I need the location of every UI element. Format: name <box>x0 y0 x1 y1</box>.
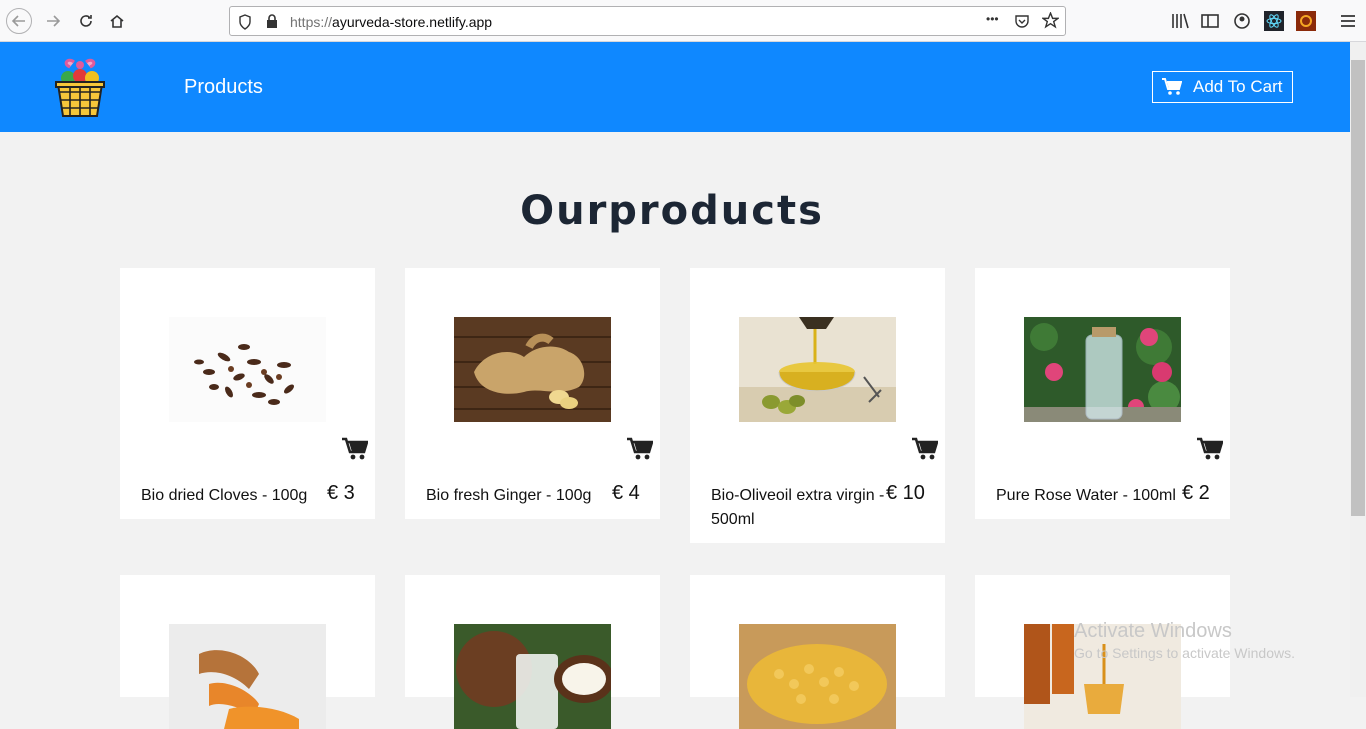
product-image-ginger[interactable] <box>454 317 611 422</box>
product-price: € 4 <box>612 482 640 504</box>
reload-button[interactable] <box>73 8 99 34</box>
product-card: Bio dried Cloves - 100g € 3 <box>120 268 375 519</box>
page-scrollbar[interactable] <box>1350 42 1366 697</box>
product-card <box>405 575 660 729</box>
basket-logo-icon[interactable] <box>52 56 108 120</box>
back-button[interactable] <box>6 8 32 34</box>
home-button[interactable] <box>104 8 130 34</box>
cart-icon[interactable] <box>342 437 368 461</box>
product-image-coconut[interactable] <box>454 624 611 729</box>
url-scheme: https:// <box>290 14 333 30</box>
menu-icon[interactable] <box>1338 11 1358 31</box>
forward-button[interactable] <box>40 8 66 34</box>
product-name: Bio dried Cloves - 100g <box>141 487 308 504</box>
scrollbar-thumb[interactable] <box>1351 60 1365 516</box>
add-to-cart-button[interactable]: Add To Cart <box>1152 71 1293 103</box>
reload-icon <box>80 15 92 27</box>
page-title: Ourproducts <box>520 188 824 234</box>
product-price: € 3 <box>327 482 355 504</box>
browser-toolbar: https://ayurveda-store.netlify.app ••• <box>0 0 1366 42</box>
product-image-cloves[interactable] <box>169 317 326 422</box>
product-card <box>690 575 945 729</box>
nav-products[interactable]: Products <box>184 76 263 99</box>
product-image-rose-water[interactable] <box>1024 317 1181 422</box>
account-icon[interactable] <box>1232 11 1252 31</box>
product-card <box>120 575 375 729</box>
product-name: Bio-Oliveoil extra virgin - 500ml <box>711 487 885 528</box>
product-card: Pure Rose Water - 100ml € 2 <box>975 268 1230 519</box>
star-icon[interactable] <box>1042 12 1059 29</box>
product-card: Bio fresh Ginger - 100g € 4 <box>405 268 660 519</box>
shield-icon[interactable] <box>238 14 252 30</box>
cart-icon <box>1162 78 1182 95</box>
product-card: Bio-Oliveoil extra virgin - 500ml € 10 <box>690 268 945 543</box>
product-image-olive-oil[interactable] <box>739 317 896 422</box>
add-to-cart-label: Add To Cart <box>1193 77 1283 96</box>
cart-icon[interactable] <box>1197 437 1223 461</box>
library-icon[interactable] <box>1170 11 1190 31</box>
cart-icon[interactable] <box>627 437 653 461</box>
activate-windows-watermark: Activate Windows <box>1074 620 1232 642</box>
product-price: € 10 <box>886 482 925 504</box>
product-name: Bio fresh Ginger - 100g <box>426 487 592 504</box>
url-text[interactable]: https://ayurveda-store.netlify.app <box>290 14 492 30</box>
arrow-right-icon <box>47 15 61 27</box>
product-image-chickpeas[interactable] <box>739 624 896 729</box>
lock-icon[interactable] <box>266 14 278 29</box>
arrow-left-icon <box>11 15 25 27</box>
extension-icon[interactable] <box>1296 11 1316 31</box>
pocket-icon[interactable] <box>1014 13 1030 29</box>
react-devtools-icon[interactable] <box>1264 11 1284 31</box>
site-header: Products Add To Cart <box>0 42 1350 132</box>
home-icon <box>110 14 124 28</box>
sidebar-icon[interactable] <box>1200 11 1220 31</box>
cart-icon[interactable] <box>912 437 938 461</box>
address-bar[interactable]: https://ayurveda-store.netlify.app ••• <box>229 6 1066 36</box>
url-host: ayurveda-store.netlify.app <box>332 14 493 30</box>
activate-windows-hint: Go to Settings to activate Windows. <box>1074 645 1295 661</box>
product-name: Pure Rose Water - 100ml <box>996 487 1176 504</box>
product-image-turmeric[interactable] <box>169 624 326 729</box>
page-actions-button[interactable]: ••• <box>986 12 999 26</box>
product-price: € 2 <box>1182 482 1210 504</box>
